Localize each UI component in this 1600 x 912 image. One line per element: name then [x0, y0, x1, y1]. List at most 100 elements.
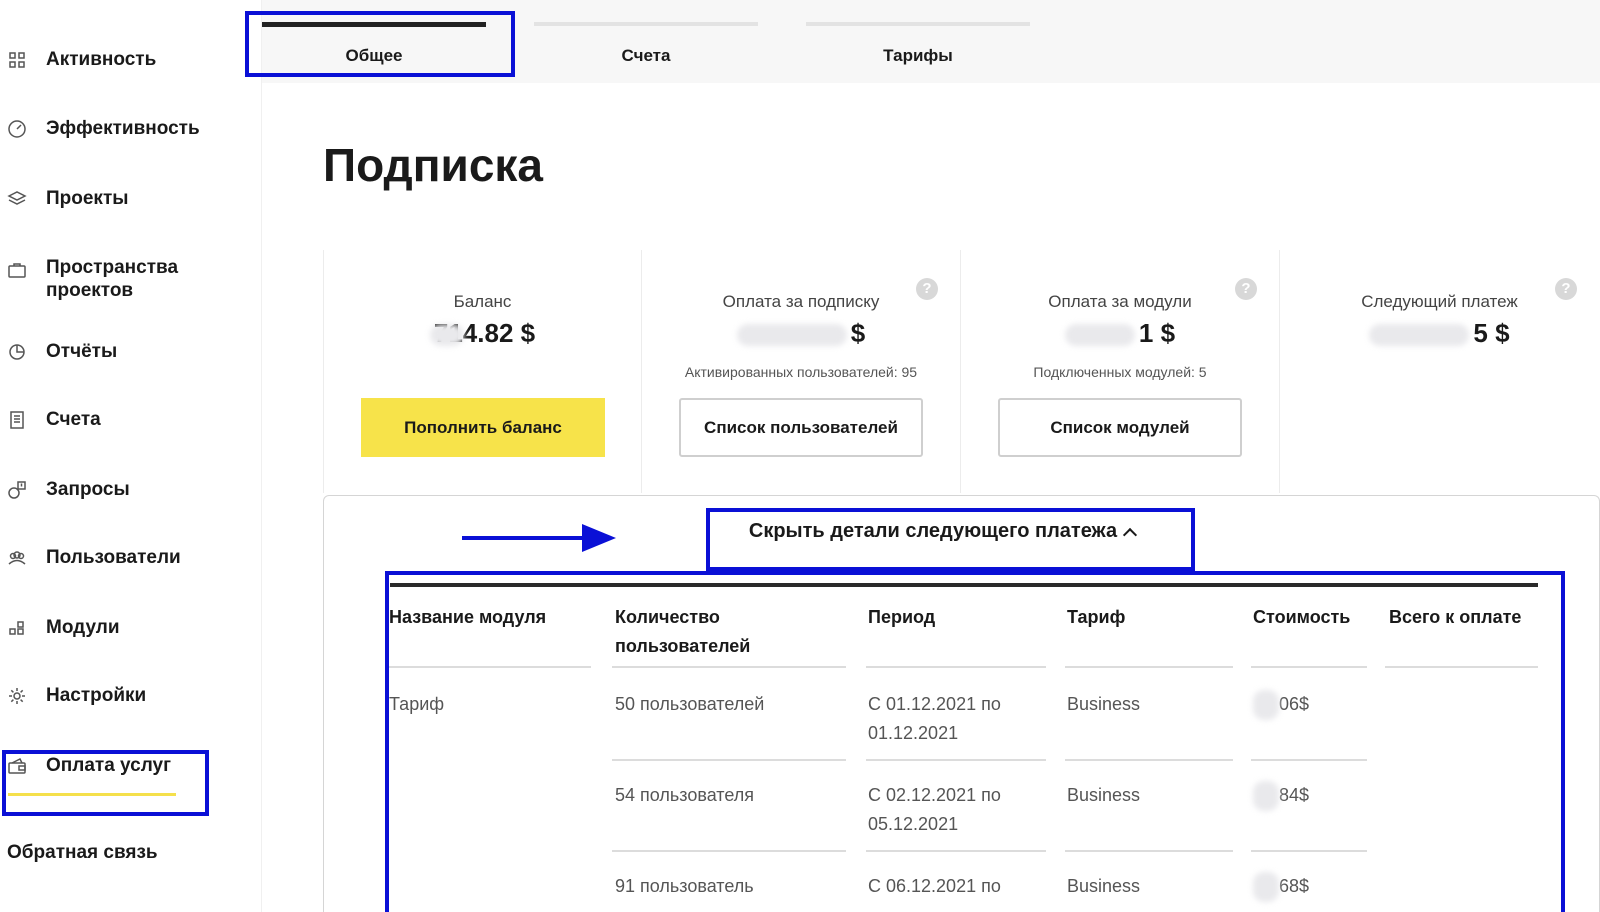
card-title: Оплата за модули	[1048, 292, 1192, 311]
layers-icon	[7, 189, 27, 209]
table-row-plan: Business	[1067, 785, 1141, 805]
receipt-icon	[7, 410, 27, 430]
table-row-period: С 06.12.2021 по	[868, 876, 1001, 896]
header-divider	[612, 666, 846, 668]
table-row-users: 54 пользователя	[615, 785, 755, 805]
modules-list-button[interactable]: Список модулей	[998, 398, 1242, 457]
column-header-plan: Тариф	[1067, 607, 1126, 627]
tab-invoices[interactable]: Счета	[534, 0, 758, 83]
tab-indicator	[534, 22, 758, 26]
feedback-link[interactable]: Обратная связь	[7, 842, 158, 864]
card-title: Следующий платеж	[1361, 292, 1518, 311]
activated-users-count: Активированных пользователей: 95	[684, 364, 918, 380]
redacted-blur	[1253, 872, 1279, 902]
tab-general[interactable]: Общее	[262, 0, 486, 83]
sidebar: Активность Эффективность Проекты Простра…	[0, 0, 262, 912]
column-header-users: Количество пользователей	[615, 607, 751, 656]
header-divider	[1385, 666, 1538, 668]
chevron-up-icon	[1123, 527, 1138, 543]
sidebar-item-label: Модули	[46, 617, 120, 638]
speedometer-icon	[7, 119, 27, 139]
tab-label: Счета	[621, 46, 671, 65]
active-item-underline	[8, 793, 176, 796]
table-row-users: 50 пользователей	[615, 694, 765, 714]
users-list-button[interactable]: Список пользователей	[679, 398, 923, 457]
sidebar-item-projects[interactable]: Проекты	[0, 187, 262, 213]
tab-indicator	[262, 22, 486, 27]
subscription-value: $	[850, 318, 866, 348]
hide-payment-details-toggle[interactable]: Скрыть детали следующего платежа	[706, 512, 1178, 564]
top-up-balance-button[interactable]: Пополнить баланс	[361, 398, 605, 457]
sidebar-item-users[interactable]: Пользователи	[0, 546, 262, 572]
sidebar-item-label: Эффективность	[46, 118, 200, 139]
arrow-annotation-icon	[462, 524, 616, 552]
card-value: 5 $	[1280, 318, 1599, 349]
tab-label: Тарифы	[883, 46, 953, 65]
tab-tariffs[interactable]: Тарифы	[806, 0, 1030, 83]
redacted-blur	[736, 324, 847, 347]
request-icon	[7, 480, 27, 500]
table-row-plan: Business	[1067, 694, 1141, 714]
table-row-cost: 84$	[1253, 781, 1309, 811]
column-header-module: Название модуля	[389, 607, 547, 627]
header-divider	[866, 666, 1046, 668]
connected-modules-count: Подключенных модулей: 5	[1033, 364, 1207, 380]
briefcase-icon	[7, 260, 27, 280]
sidebar-item-requests[interactable]: Запросы	[0, 478, 262, 504]
module-name-cell: Тариф	[389, 694, 445, 714]
card-value: 714.82 $	[324, 318, 641, 349]
gear-icon	[7, 686, 27, 706]
sidebar-item-project-spaces[interactable]: Пространства проектов	[0, 256, 262, 304]
tab-label: Общее	[345, 46, 403, 65]
sidebar-item-activity[interactable]: Активность	[0, 48, 262, 74]
row-divider	[1251, 759, 1367, 761]
card-title: Оплата за подписку	[722, 292, 880, 311]
card-value: $	[642, 318, 960, 349]
redacted-blur	[429, 324, 464, 347]
sidebar-item-payment[interactable]: Оплата услуг	[0, 754, 262, 780]
column-header-period: Период	[868, 607, 936, 627]
table-top-border	[390, 583, 1538, 587]
sidebar-item-label: Активность	[46, 49, 157, 70]
sidebar-item-label: Пользователи	[46, 547, 181, 568]
wallet-icon	[7, 756, 27, 776]
table-row-period: С 02.12.2021 по 05.12.2021	[868, 785, 1001, 834]
pie-chart-icon	[7, 342, 27, 362]
column-header-cost: Стоимость	[1253, 607, 1351, 627]
row-divider	[1065, 759, 1233, 761]
sidebar-item-label: Отчёты	[46, 341, 118, 362]
sidebar-item-invoices[interactable]: Счета	[0, 408, 262, 434]
users-icon	[7, 548, 27, 568]
sidebar-item-modules[interactable]: Модули	[0, 616, 262, 642]
grid-icon	[7, 50, 27, 70]
table-row-users: 91 пользователь	[615, 876, 754, 896]
sidebar-item-label: Запросы	[46, 479, 130, 500]
tab-indicator	[806, 22, 1030, 26]
sidebar-item-label: Проекты	[46, 188, 129, 209]
summary-cards: Баланс 714.82 $ Пополнить баланс ? Оплат…	[323, 250, 1600, 493]
sidebar-item-efficiency[interactable]: Эффективность	[0, 117, 262, 143]
card-value: 1 $	[961, 318, 1279, 349]
table-row-period: С 01.12.2021 по 01.12.2021	[868, 694, 1001, 743]
row-divider	[1251, 850, 1367, 852]
table-row-cost: 68$	[1253, 872, 1309, 902]
redacted-blur	[1064, 324, 1135, 347]
column-header-total: Всего к оплате	[1389, 607, 1522, 627]
sidebar-item-settings[interactable]: Настройки	[0, 684, 262, 710]
modules-icon	[7, 618, 27, 638]
header-divider	[389, 666, 591, 668]
subscription-card: ? Оплата за подписку $ Активированных по…	[642, 250, 961, 493]
sidebar-item-reports[interactable]: Отчёты	[0, 340, 262, 366]
row-divider	[612, 850, 846, 852]
row-divider	[866, 850, 1046, 852]
row-divider	[1065, 850, 1233, 852]
page-title: Подписка	[323, 139, 544, 191]
row-divider	[866, 759, 1046, 761]
card-title: Баланс	[453, 292, 512, 311]
table-row-plan: Business	[1067, 876, 1141, 896]
toggle-label: Скрыть детали следующего платежа	[748, 520, 1118, 542]
sidebar-item-label: Пространства проектов	[46, 257, 179, 301]
balance-card: Баланс 714.82 $ Пополнить баланс	[323, 250, 642, 493]
redacted-blur	[1253, 690, 1279, 720]
header-divider	[1251, 666, 1367, 668]
